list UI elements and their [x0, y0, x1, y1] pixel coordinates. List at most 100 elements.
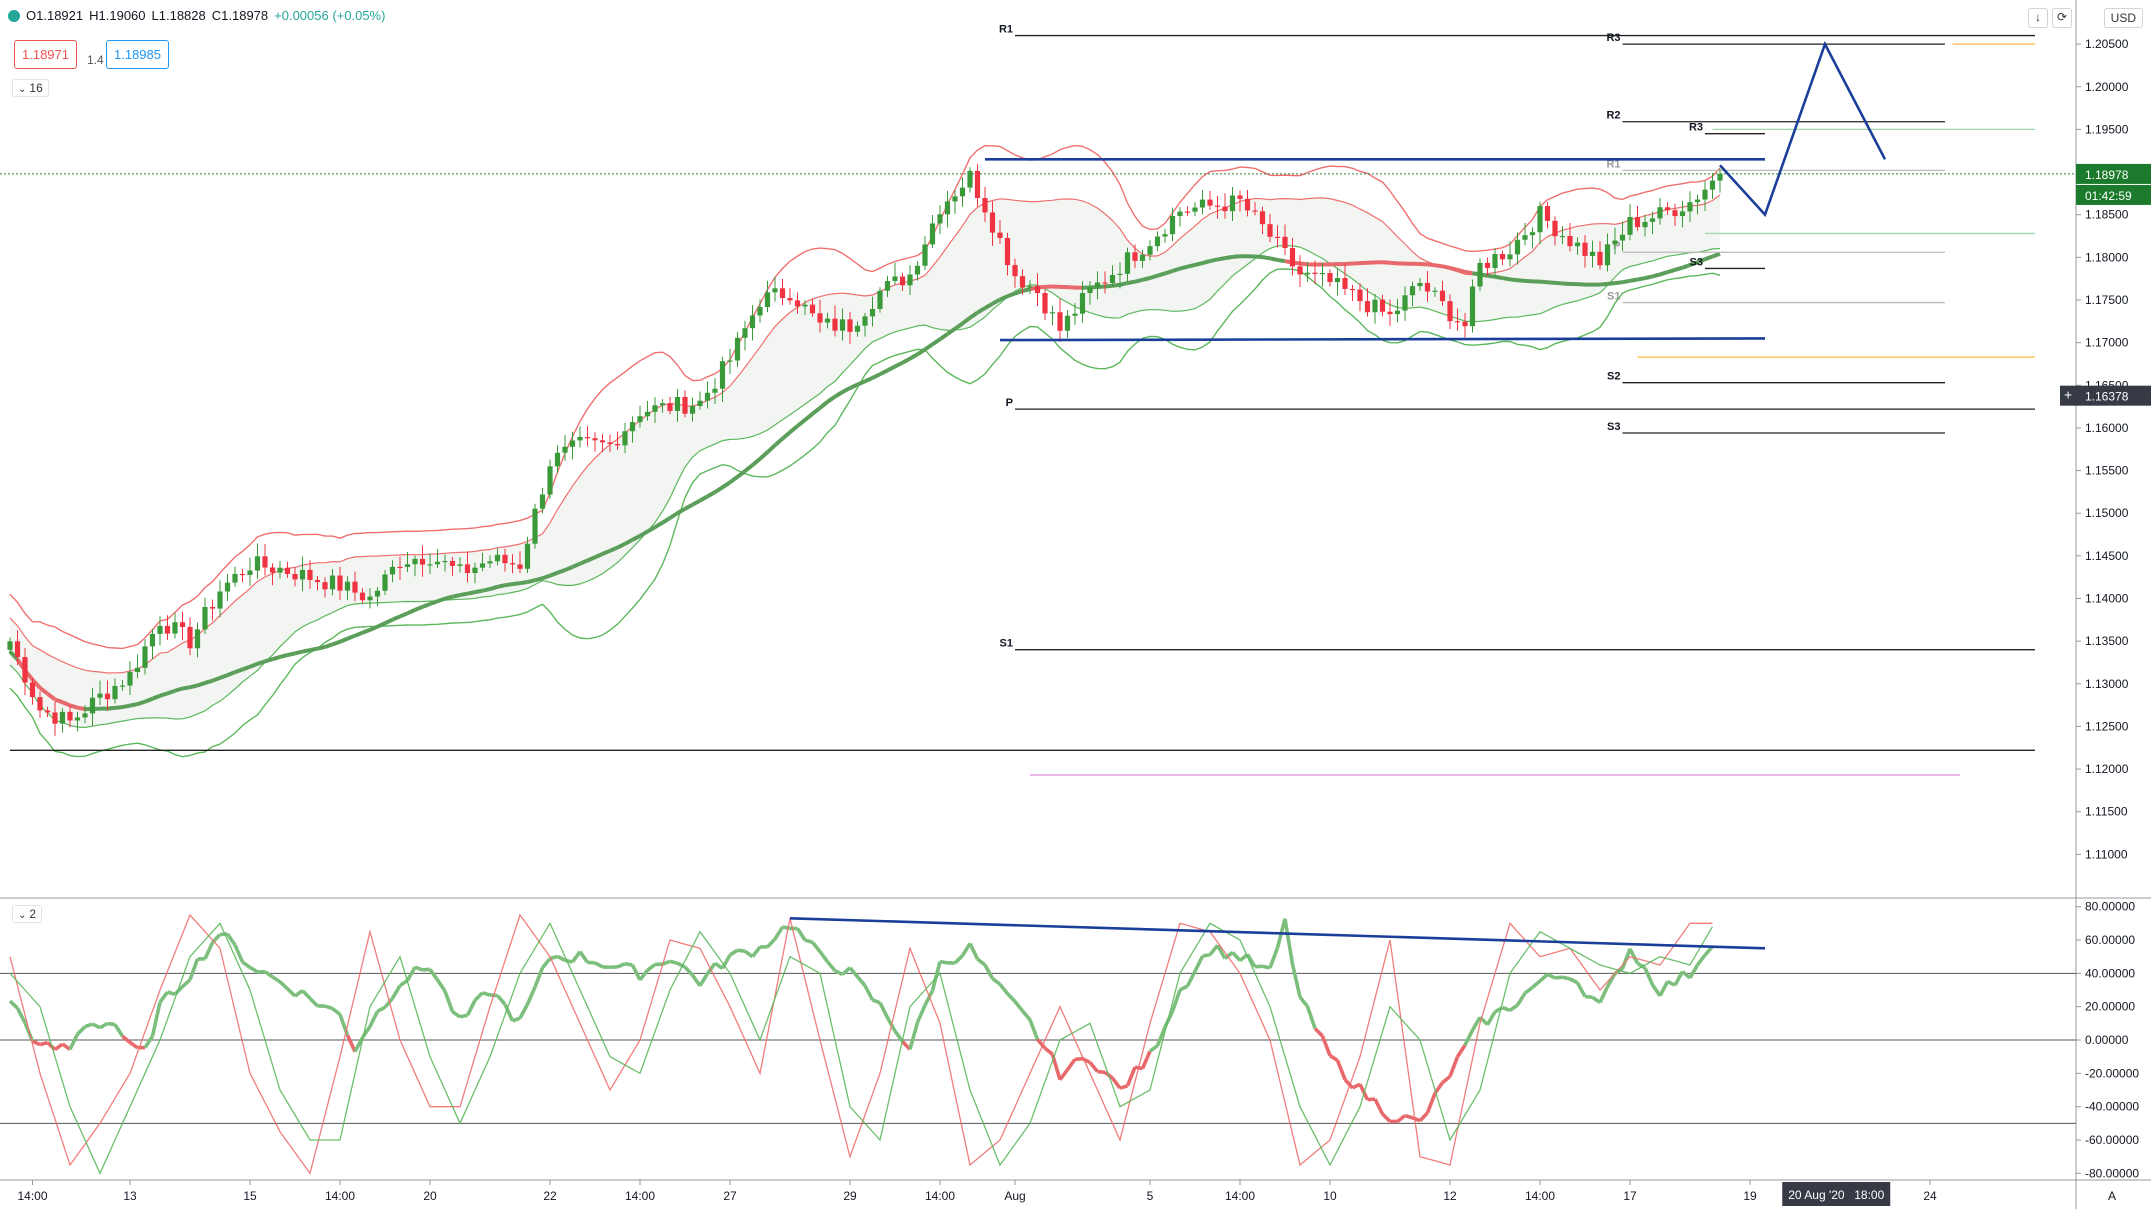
buy-price-button[interactable]: 1.18985 — [106, 40, 169, 69]
candle-body — [1357, 289, 1363, 302]
candle-body — [1529, 232, 1536, 236]
moving-average-segment — [1382, 260, 1391, 265]
candle-body — [989, 212, 996, 233]
candle-body — [262, 556, 268, 568]
candle-body — [472, 567, 478, 573]
candle-body — [292, 573, 298, 580]
moving-average-segment — [279, 653, 288, 659]
candle-body — [1199, 199, 1206, 208]
moving-average-segment — [1112, 282, 1121, 288]
candle-body — [1274, 236, 1281, 238]
candle-body — [532, 508, 538, 544]
trading-chart[interactable]: R1PS1R3R2R1PS1S2S3R3S3 1.205001.200001.1… — [0, 0, 2151, 1209]
candle-body — [1574, 242, 1581, 247]
candle-body — [622, 431, 628, 446]
candle-body — [1147, 246, 1153, 255]
moving-average-segment — [459, 591, 468, 597]
candle-body — [1079, 292, 1086, 314]
moving-average-segment — [421, 602, 431, 609]
moving-average-segment — [1494, 274, 1503, 281]
chevron-down-icon: ⌄ — [18, 84, 27, 95]
moving-average-segment — [1254, 254, 1263, 260]
candle-body — [277, 567, 283, 573]
moving-average-segment — [1149, 273, 1159, 280]
candle-body — [817, 313, 823, 323]
moving-average-segment — [1127, 279, 1136, 286]
candle-body — [682, 396, 688, 414]
pivot-level-label: R3 — [1606, 32, 1620, 44]
moving-average-segment — [1666, 267, 1676, 275]
moving-average-segment — [1277, 257, 1286, 264]
change-value: +0.00056 (+0.05%) — [274, 8, 386, 23]
price-tick-label: 1.16000 — [2085, 421, 2129, 435]
moving-average-segment — [1104, 283, 1113, 289]
candle-body — [1184, 211, 1191, 213]
oscillator-signal-segment — [422, 967, 431, 972]
time-tick-label: 14:00 — [325, 1189, 355, 1203]
oscillator-tick-label: -20.00000 — [2085, 1066, 2139, 1080]
moving-average-segment — [1156, 271, 1166, 278]
candle-body — [1109, 274, 1116, 284]
candle-body — [367, 596, 373, 601]
candle-body — [944, 201, 951, 215]
pivot-level-label: R2 — [1606, 110, 1620, 122]
candle-body — [809, 304, 816, 314]
currency-button[interactable]: USD — [2103, 8, 2143, 28]
candle-body — [1672, 210, 1678, 217]
candle-body — [224, 582, 231, 592]
sell-price-button[interactable]: 1.18971 — [14, 40, 77, 69]
moving-average-segment — [1547, 280, 1556, 285]
candle-body — [719, 361, 726, 389]
candle-body — [1312, 272, 1318, 274]
candle-body — [1544, 206, 1551, 221]
moving-average-segment — [1651, 272, 1661, 279]
oscillator-signal-segment — [669, 959, 678, 965]
candle-body — [1057, 312, 1063, 331]
candle-body — [389, 566, 396, 575]
candle-body — [1469, 286, 1476, 327]
candle-body — [434, 561, 441, 565]
main-indicators-toggle[interactable]: ⌄ 16 — [12, 79, 49, 97]
oscillator-signal-segment — [1202, 952, 1211, 958]
moving-average-segment — [317, 645, 326, 651]
candle-body — [1154, 236, 1161, 247]
candle-body — [974, 170, 981, 199]
moving-average-segment — [1442, 264, 1451, 270]
time-tick-label: 13 — [123, 1189, 137, 1203]
time-tick-label: 27 — [723, 1189, 737, 1203]
oscillator-signal-segment — [1584, 994, 1593, 1000]
candle-body — [614, 443, 621, 446]
open-label: O — [26, 8, 37, 23]
candle-body — [502, 554, 508, 564]
download-icon[interactable]: ↓ — [2028, 8, 2048, 28]
moving-average-segment — [309, 646, 318, 653]
moving-average-segment — [151, 693, 161, 701]
trendline[interactable] — [999, 337, 1766, 342]
last-price-text: 1.18978 — [2085, 168, 2129, 182]
price-tick-label: 1.12500 — [2085, 719, 2129, 733]
candle-body — [1102, 282, 1108, 284]
candle-body — [1019, 276, 1026, 288]
moving-average-segment — [497, 583, 506, 589]
candle-body — [1364, 301, 1371, 313]
oscillator-signal-segment — [481, 991, 491, 997]
moving-average-segment — [302, 648, 311, 654]
candle-body — [914, 265, 921, 275]
oscillator-indicators-toggle[interactable]: ⌄ 2 — [12, 905, 43, 923]
candle-body — [1169, 216, 1176, 235]
candle-body — [607, 442, 613, 444]
refresh-icon[interactable]: ⟳ — [2052, 8, 2072, 28]
candle-body — [1687, 202, 1693, 212]
oscillator-signal-segment — [804, 938, 814, 945]
moving-average-segment — [1224, 254, 1233, 261]
oscillator-signal-segment — [1074, 1056, 1083, 1062]
candle-body — [832, 318, 838, 331]
candle-body — [299, 569, 306, 580]
pivot-level-label: R3 — [1689, 122, 1703, 134]
candle-body — [959, 187, 966, 197]
moving-average-segment — [1637, 276, 1646, 282]
candle-body — [629, 422, 636, 432]
moving-average-segment — [219, 673, 229, 680]
high-label: H — [89, 8, 99, 23]
candle-body — [269, 567, 276, 573]
